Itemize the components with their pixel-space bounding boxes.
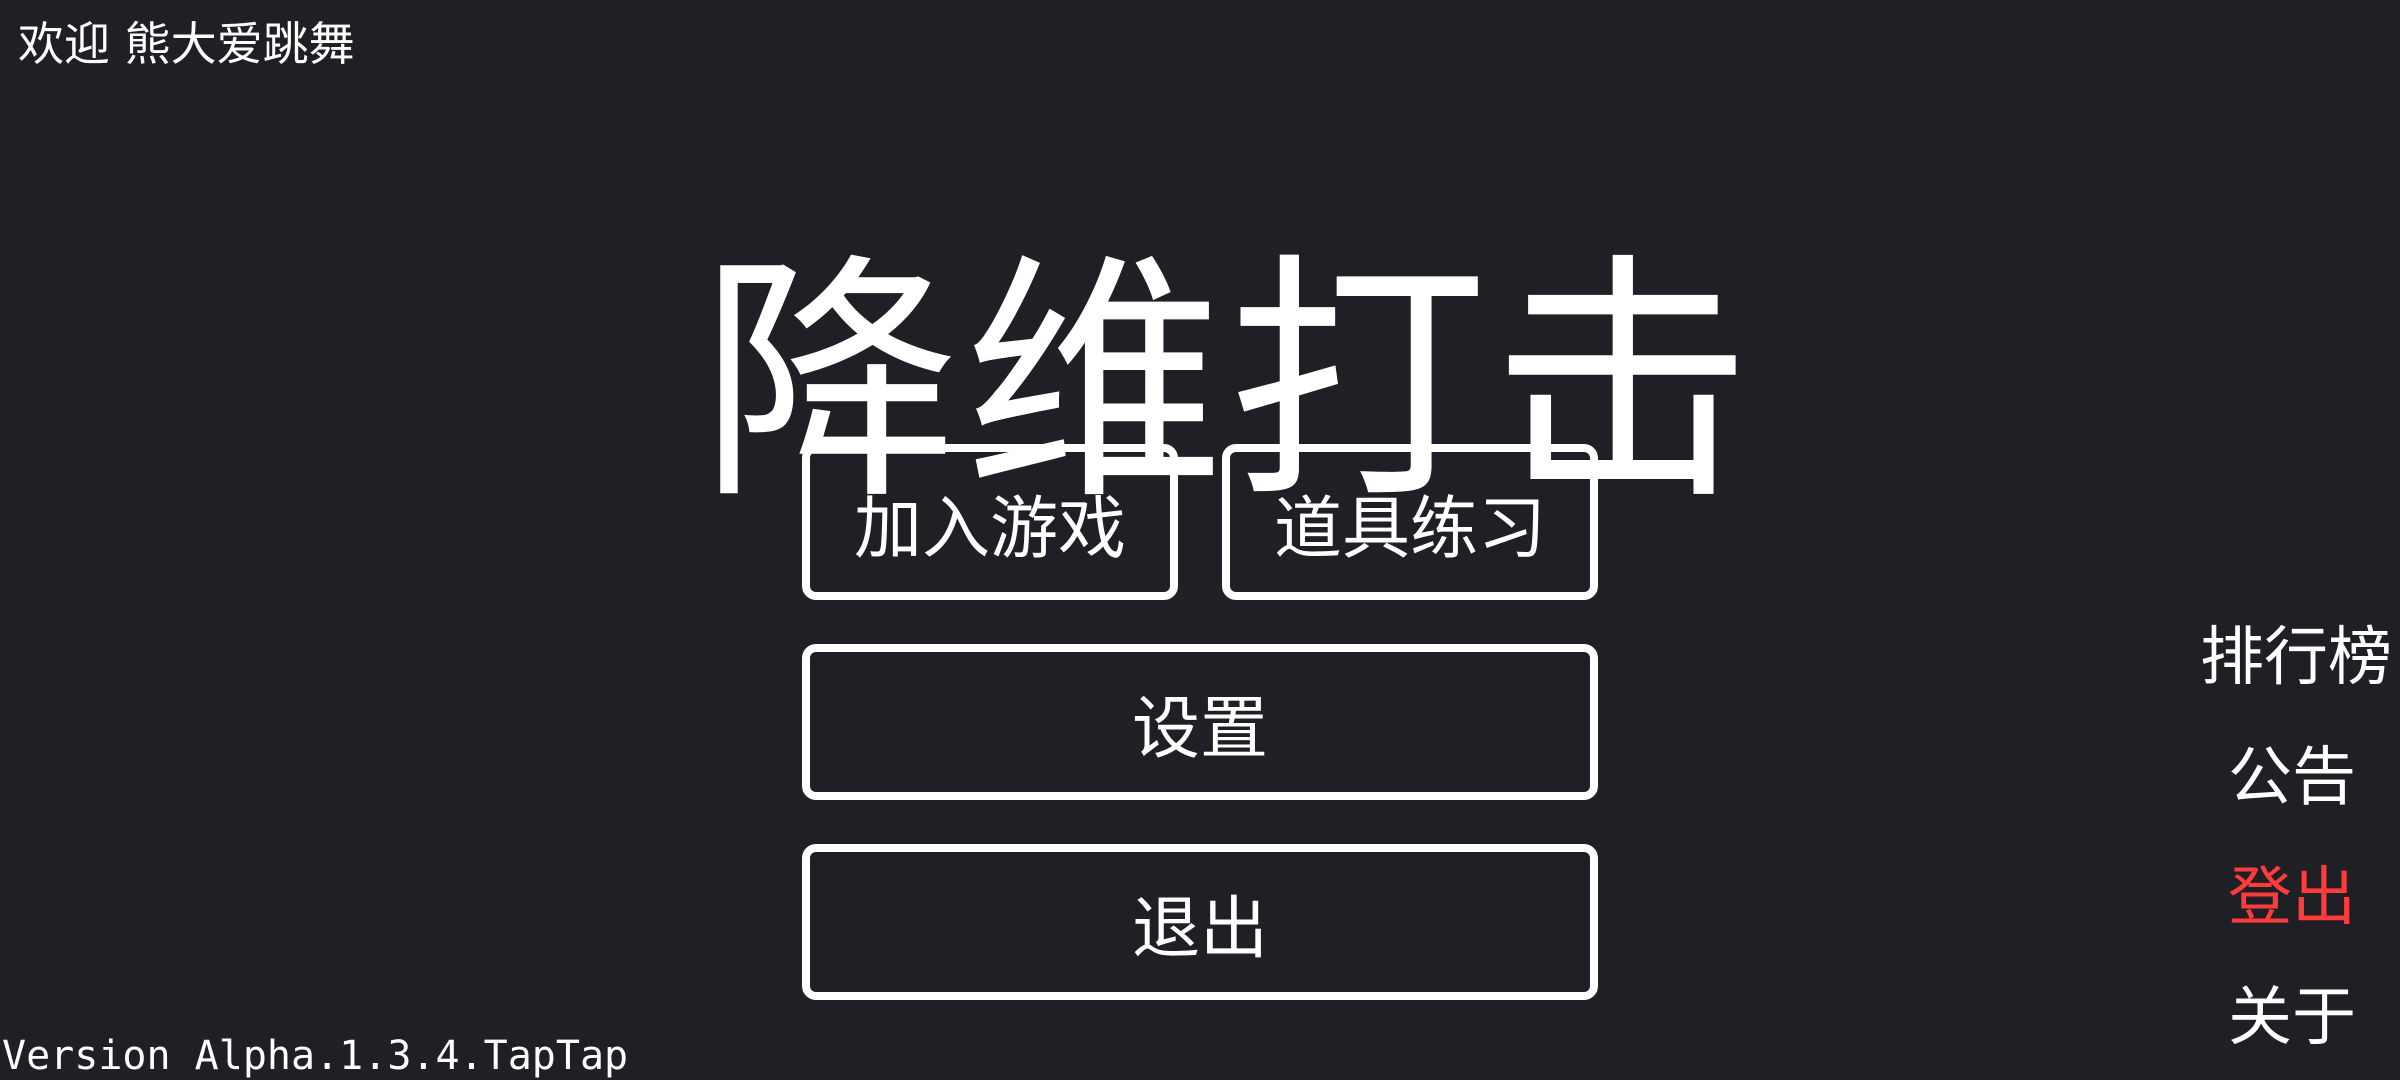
item-practice-button[interactable]: 道具练习 bbox=[1222, 444, 1598, 600]
leaderboard-link[interactable]: 排行榜 bbox=[2200, 618, 2392, 698]
logout-link[interactable]: 登出 bbox=[2228, 858, 2356, 938]
notice-link[interactable]: 公告 bbox=[2228, 738, 2356, 818]
exit-button[interactable]: 退出 bbox=[802, 844, 1598, 1000]
join-game-button[interactable]: 加入游戏 bbox=[802, 444, 1178, 600]
about-link[interactable]: 关于 bbox=[2228, 978, 2356, 1058]
welcome-text: 欢迎 熊大爱跳舞 bbox=[18, 17, 355, 71]
version-label: Version Alpha.1.3.4.TapTap bbox=[2, 1033, 629, 1079]
settings-button[interactable]: 设置 bbox=[802, 644, 1598, 800]
